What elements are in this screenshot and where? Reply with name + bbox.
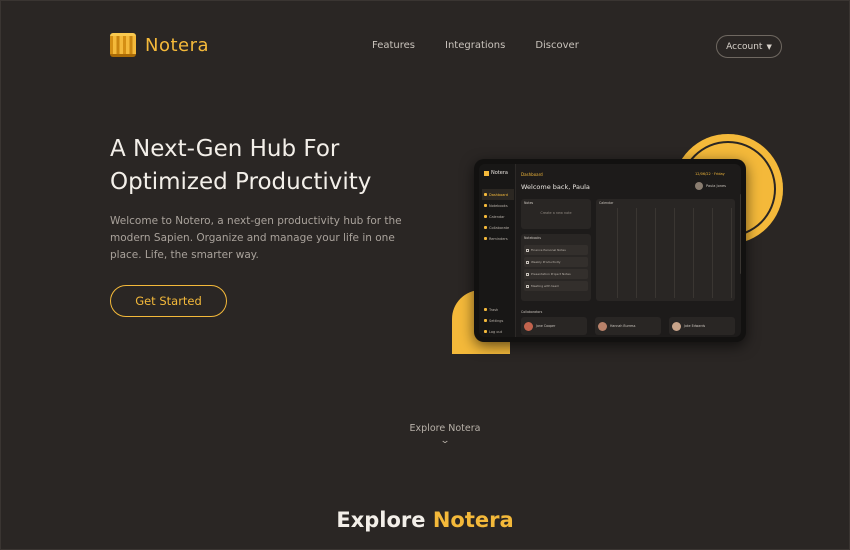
mockup-nav-label: Trash (489, 307, 499, 312)
calendar-column (599, 208, 618, 298)
mockup-nav-item: Collaborate (482, 222, 514, 233)
mockup-nav-label: Log out (489, 329, 503, 334)
mockup-breadcrumb: Dashboard (521, 172, 543, 177)
calendar-column (713, 208, 732, 298)
explore-notera-link[interactable]: Explore Notera (385, 423, 505, 434)
mockup-notebook-title: Finance Personal Notes (531, 248, 566, 252)
calendar-column (656, 208, 675, 298)
nav-link-integrations[interactable]: Integrations (445, 40, 505, 51)
mockup-date: 12/06/22 · Friday (695, 172, 725, 176)
list-item: Meeting with team (524, 281, 588, 291)
brand-logo[interactable]: Notera (110, 33, 209, 57)
account-dropdown-button[interactable]: Account ▼ (716, 35, 782, 58)
list-item: Presentation Project Notes (524, 269, 588, 279)
mockup-nav-label: Calendar (489, 214, 505, 219)
mockup-brand: Notera (484, 170, 508, 176)
logout-icon (484, 330, 487, 333)
hero-title: A Next-Gen Hub For Optimized Productivit… (110, 133, 430, 199)
notebook-icon (484, 204, 487, 207)
mockup-collaborator-card: Jane Cooper (521, 317, 587, 335)
mockup-nav-item: Dashboard (482, 189, 514, 200)
mockup-nav-label: Dashboard (489, 192, 508, 197)
calendar-icon (484, 215, 487, 218)
mockup-scrollbar (740, 194, 741, 274)
nav-link-discover[interactable]: Discover (535, 40, 579, 51)
collaborator-name: Jane Cooper (536, 324, 556, 328)
mockup-logo-icon (484, 170, 489, 176)
mockup-notebooks-panel: Notebooks Finance Personal Notes Weekly … (521, 234, 591, 301)
list-item: Weekly Productivity (524, 257, 588, 267)
mockup-collaborator-card: Hannah Burress (595, 317, 661, 335)
mockup-nav-label: Settings (489, 318, 504, 323)
chevron-down-icon[interactable]: ⌄ (438, 436, 452, 446)
nav-link-features[interactable]: Features (372, 40, 415, 51)
notebook-icon (526, 272, 529, 276)
mockup-collab-title: Collaborators (521, 310, 543, 314)
mockup-nav-label: Collaborate (489, 225, 510, 230)
app-preview-screen: Notera Dashboard Notebooks Calendar Coll… (479, 164, 741, 337)
mockup-panel-title: Notes (524, 201, 534, 205)
mockup-nav-label: Reminders (489, 236, 508, 241)
app-preview-mockup: Notera Dashboard Notebooks Calendar Coll… (474, 159, 746, 342)
avatar (672, 321, 681, 331)
mockup-brand-name: Notera (491, 170, 508, 176)
reminder-icon (484, 237, 487, 240)
mockup-user-name: Paula Jones (706, 184, 726, 188)
trash-icon (484, 308, 487, 311)
mockup-panel-title: Calendar (599, 201, 614, 205)
calendar-column (618, 208, 637, 298)
mockup-nav-item: Settings (482, 315, 514, 326)
mockup-nav-item: Calendar (482, 211, 514, 222)
list-item: Finance Personal Notes (524, 245, 588, 255)
mockup-notebook-title: Presentation Project Notes (531, 272, 571, 276)
mockup-nav-item: Reminders (482, 233, 514, 244)
notebook-icon (526, 284, 529, 288)
section-title: Explore Notera (300, 508, 550, 532)
hero-title-line2: Optimized Productivity (110, 169, 372, 195)
mockup-nav-item: Trash (482, 304, 514, 315)
mockup-nav-item: Log out (482, 326, 514, 337)
collaborate-icon (484, 226, 487, 229)
brand-name: Notera (145, 34, 210, 56)
mockup-nav-item: Notebooks (482, 200, 514, 211)
notera-logo-icon (110, 33, 136, 57)
mockup-collaborator-card: Jake Edwards (669, 317, 735, 335)
dashboard-icon (484, 193, 487, 196)
mockup-notebook-title: Weekly Productivity (531, 260, 561, 264)
avatar (695, 182, 703, 190)
hero-description: Welcome to Notero, a next-gen productivi… (110, 215, 402, 261)
notebook-icon (526, 248, 529, 252)
get-started-button[interactable]: Get Started (110, 285, 227, 317)
mockup-welcome: Welcome back, Paula (521, 183, 590, 191)
mockup-nav: Dashboard Notebooks Calendar Collaborate… (482, 189, 514, 244)
section-title-accent: Notera (432, 508, 514, 532)
mockup-calendar-grid (599, 208, 732, 298)
nav-links: Features Integrations Discover (372, 40, 579, 51)
caret-down-icon: ▼ (766, 42, 772, 51)
mockup-notebook-title: Meeting with team (531, 284, 560, 288)
avatar (524, 321, 533, 331)
settings-icon (484, 319, 487, 322)
account-label: Account (726, 41, 763, 52)
mockup-sidebar: Notera Dashboard Notebooks Calendar Coll… (479, 164, 516, 337)
calendar-column (694, 208, 713, 298)
mockup-calendar-panel: Calendar (596, 199, 735, 301)
calendar-column (675, 208, 694, 298)
notebook-icon (526, 260, 529, 264)
collaborator-name: Hannah Burress (610, 324, 636, 328)
top-nav: Notera Features Integrations Discover Ac… (0, 0, 850, 92)
mockup-notes-empty: Create a new note (540, 211, 572, 215)
mockup-nav-bottom: Trash Settings Log out (482, 304, 514, 337)
calendar-column (637, 208, 656, 298)
mockup-nav-label: Notebooks (489, 203, 508, 208)
avatar (598, 321, 607, 331)
mockup-notes-panel: Notes Create a new note (521, 199, 591, 229)
collaborator-name: Jake Edwards (684, 324, 706, 328)
section-title-prefix: Explore (336, 508, 426, 532)
mockup-panel-title: Notebooks (524, 236, 541, 240)
hero-title-line1: A Next-Gen Hub For (110, 136, 340, 162)
mockup-user: Paula Jones (695, 182, 726, 190)
